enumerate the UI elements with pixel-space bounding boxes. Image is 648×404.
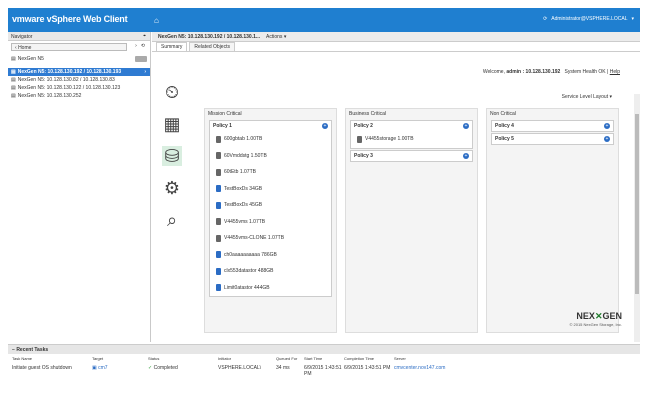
vertical-scrollbar[interactable]: [634, 94, 640, 342]
volume-icon: [216, 135, 221, 143]
volume-item[interactable]: 60Vmddstg 1.50TB: [210, 148, 331, 165]
policy-card[interactable]: Policy 4 +: [491, 120, 614, 132]
service-columns: Mission Critical Policy 1 + 600gbtab 1.0…: [204, 108, 624, 333]
volume-item[interactable]: 60tEtb 1.07TB: [210, 164, 331, 181]
storage-icon: ▤: [11, 56, 16, 62]
volume-item[interactable]: V4455storage 1.00TB: [351, 131, 472, 148]
actions-menu[interactable]: Actions ▾: [266, 34, 286, 40]
volume-icon: [216, 185, 221, 193]
add-icon[interactable]: +: [604, 123, 610, 129]
check-icon: ✓: [148, 365, 153, 371]
home-icon[interactable]: ⌂: [154, 16, 159, 25]
volume-item[interactable]: ch0aaaaaaaaaa 786GB: [210, 247, 331, 264]
column-business-critical: Business Critical Policy 2 + V4455storag…: [345, 108, 478, 333]
top-bar: vmware vSphere Web Client ⌂ ⟳ Administra…: [8, 8, 640, 32]
volume-item[interactable]: TestBoxDs 34GB: [210, 181, 331, 198]
nav-forward-icon[interactable]: ›: [135, 43, 137, 49]
chevron-right-icon: ›: [144, 69, 146, 75]
navigator-header: Navigator ⌖: [8, 32, 150, 41]
policy-card[interactable]: Policy 2 + V4455storage 1.00TB: [350, 120, 473, 149]
main-panel: NexGen N5: 10.128.130.192 / 10.128.130.1…: [152, 32, 640, 342]
volume-icon: [216, 234, 221, 242]
volume-icon: [357, 135, 362, 143]
column-mission-critical: Mission Critical Policy 1 + 600gbtab 1.0…: [204, 108, 337, 333]
volume-item[interactable]: clx553datastor 488GB: [210, 263, 331, 280]
storage-icon: ▤: [11, 69, 16, 75]
volume-item[interactable]: 600gbtab 1.00TB: [210, 131, 331, 148]
scrollbar-thumb[interactable]: [635, 114, 639, 294]
nav-arrows: › ⟲: [135, 43, 145, 49]
recent-tasks-header: − Recent Tasks: [8, 345, 640, 354]
storage-icon: ▤: [11, 77, 16, 83]
welcome-text: Welcome, admin : 10.128.130.192 System H…: [482, 69, 620, 75]
toggle-switch[interactable]: [135, 56, 147, 62]
add-icon[interactable]: +: [604, 136, 610, 142]
volume-item[interactable]: Limit0atastor 444GB: [210, 280, 331, 297]
sidebar-item-2[interactable]: ▤ NexGen N5: 10.128.130.82 / 10.128.130.…: [8, 76, 150, 84]
history-icon[interactable]: ⟲: [141, 43, 145, 49]
vm-icon: ▣: [92, 365, 97, 371]
tab-related-objects[interactable]: Related Objects: [189, 42, 235, 51]
table-row[interactable]: Initiate guest OS shutdown ▣ cm7 ✓ Compl…: [8, 363, 640, 379]
collapse-icon[interactable]: −: [12, 347, 15, 353]
home-button[interactable]: ‹ Home: [11, 43, 127, 51]
tab-summary[interactable]: Summary: [156, 42, 188, 51]
search-icon[interactable]: ⌕: [162, 210, 182, 230]
policy-card[interactable]: Policy 5 +: [491, 133, 614, 145]
nexgen-logo: NEX✕GEN © 2015 NexGen Storage, Inc.: [569, 311, 622, 327]
user-menu[interactable]: Administrator@VSPHERE.LOCAL: [551, 16, 627, 22]
sidebar-item-4[interactable]: ▤ NexGen N5: 10.128.130.252: [8, 92, 150, 100]
sidebar-item-selected[interactable]: ▤ NexGen N5: 10.128.130.192 / 10.128.130…: [8, 68, 150, 76]
navigator-bar: ‹ Home › ⟲: [11, 43, 147, 53]
volume-icon: [216, 201, 221, 209]
chevron-down-icon[interactable]: ▾: [631, 16, 634, 22]
volume-item[interactable]: V4455vms 1.07TB: [210, 214, 331, 231]
pin-icon[interactable]: ⌖: [143, 33, 146, 39]
add-icon[interactable]: +: [322, 123, 328, 129]
volume-icon: [216, 152, 221, 160]
volume-item[interactable]: TestBoxDs 45GB: [210, 197, 331, 214]
add-icon[interactable]: +: [463, 123, 469, 129]
datastore-icon[interactable]: ⛁: [162, 146, 182, 166]
help-link[interactable]: Help: [610, 69, 620, 75]
dashboard-icon[interactable]: ⏲: [162, 82, 182, 102]
sidebar-item-nexgen[interactable]: ▤ NexGen N5: [8, 55, 150, 63]
object-bar: NexGen N5: 10.128.130.192 / 10.128.130.1…: [152, 32, 640, 42]
storage-icon: ▤: [11, 85, 16, 91]
volume-icon: [216, 168, 221, 176]
tab-bar: Summary Related Objects: [152, 42, 640, 52]
section-icons: ⏲ ▦ ⛁ ⚙ ⌕: [162, 82, 182, 242]
volume-icon: [216, 218, 221, 226]
object-title: NexGen N5: 10.128.130.192 / 10.128.130.1…: [158, 33, 261, 40]
navigator-panel: Navigator ⌖ ‹ Home › ⟲ ▤ NexGen N5 ▤ Nex…: [8, 32, 151, 342]
target-link[interactable]: ▣ cm7: [92, 365, 148, 377]
navigator-title: Navigator: [11, 34, 33, 40]
recent-tasks-columns: Task Name Target Status Initiator Queued…: [12, 356, 406, 361]
add-icon[interactable]: +: [463, 152, 469, 159]
sidebar-item-3[interactable]: ▤ NexGen N5: 10.128.130.122 / 10.128.130…: [8, 84, 150, 92]
status-cell: ✓ Completed: [148, 365, 178, 371]
column-non-critical: Non Critical Policy 4 + Policy 5 +: [486, 108, 619, 333]
volume-item[interactable]: V4455vms-CLONE 1.07TB: [210, 230, 331, 247]
volume-icon: [216, 284, 221, 292]
settings-gear-icon[interactable]: ⚙: [162, 178, 182, 198]
volume-icon: [216, 251, 221, 259]
service-level-dropdown[interactable]: Service Level Layout ▾: [562, 94, 612, 100]
volume-icon: [216, 267, 221, 275]
policy-card[interactable]: Policy 3 +: [350, 149, 473, 162]
monitor-icon[interactable]: ▦: [162, 114, 182, 134]
app-logo: vmware vSphere Web Client: [12, 14, 128, 24]
recent-tasks-panel: − Recent Tasks Task Name Target Status I…: [8, 344, 640, 396]
policy-card[interactable]: Policy 1 + 600gbtab 1.00TB 60Vmddstg 1.5…: [209, 120, 332, 297]
server-link[interactable]: cmvcenter.nov147.com: [394, 365, 474, 377]
top-right: ⟳ Administrator@VSPHERE.LOCAL ▾: [543, 16, 634, 22]
storage-icon: ▤: [11, 93, 16, 99]
refresh-icon[interactable]: ⟳: [543, 16, 547, 22]
